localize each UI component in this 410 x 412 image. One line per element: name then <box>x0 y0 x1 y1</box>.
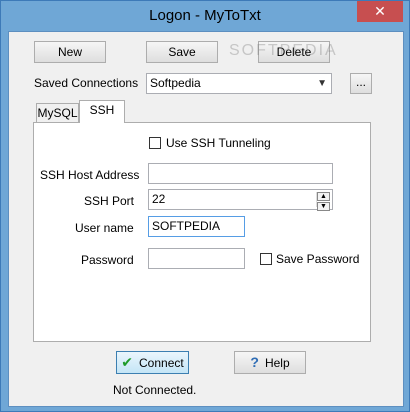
softpedia-watermark: SOFTPEDIA <box>229 42 338 59</box>
help-icon: ? <box>250 354 259 370</box>
password-input[interactable] <box>148 248 245 269</box>
ssh-panel: Use SSH Tunneling SSH Host Address SSH P… <box>33 122 371 342</box>
spin-down-icon[interactable]: ▼ <box>317 202 330 211</box>
spin-up-icon[interactable]: ▲ <box>317 192 330 201</box>
saved-connections-select[interactable]: Softpedia ▼ <box>146 73 332 94</box>
tab-ssh[interactable]: SSH <box>79 100 125 123</box>
connect-button[interactable]: ✔ Connect <box>116 351 189 374</box>
password-label: Password <box>81 253 134 267</box>
help-label: Help <box>264 356 290 370</box>
username-input[interactable]: SOFTPEDIA <box>148 216 245 237</box>
connect-label: Connect <box>139 356 184 370</box>
tab-mysql[interactable]: MySQL <box>36 103 79 123</box>
title-bar[interactable]: Logon - MyToTxt ✕ <box>1 1 409 31</box>
connection-status: Not Connected. <box>113 383 197 397</box>
chevron-down-icon: ▼ <box>317 78 327 89</box>
ssh-host-input[interactable] <box>148 163 333 184</box>
checkmark-icon: ✔ <box>121 354 134 370</box>
logon-window: Logon - MyToTxt ✕ New Save Delete SOFTPE… <box>0 0 410 412</box>
saved-connections-label: Saved Connections <box>34 76 139 90</box>
ssh-port-value: 22 <box>152 192 166 206</box>
browse-button[interactable]: ... <box>350 73 372 94</box>
new-button[interactable]: New <box>34 41 106 63</box>
close-button[interactable]: ✕ <box>357 1 403 22</box>
ssh-port-input[interactable]: 22 ▲ ▼ <box>148 189 333 211</box>
save-password-label: Save Password <box>276 252 360 266</box>
save-password-checkbox[interactable] <box>260 253 272 265</box>
close-icon: ✕ <box>374 3 386 19</box>
ssh-port-label: SSH Port <box>84 194 135 208</box>
dialog-client: New Save Delete SOFTPEDIA Saved Connecti… <box>8 31 404 407</box>
saved-connections-value: Softpedia <box>150 76 201 90</box>
ssh-host-label: SSH Host Address <box>40 168 140 182</box>
port-spinner[interactable]: ▲ ▼ <box>316 192 330 211</box>
use-ssh-tunneling-checkbox[interactable] <box>149 137 161 149</box>
window-title: Logon - MyToTxt <box>149 7 261 24</box>
username-label: User name <box>75 221 134 235</box>
save-button[interactable]: Save <box>146 41 218 63</box>
use-ssh-tunneling-label: Use SSH Tunneling <box>166 136 271 150</box>
help-button[interactable]: ? Help <box>234 351 306 374</box>
